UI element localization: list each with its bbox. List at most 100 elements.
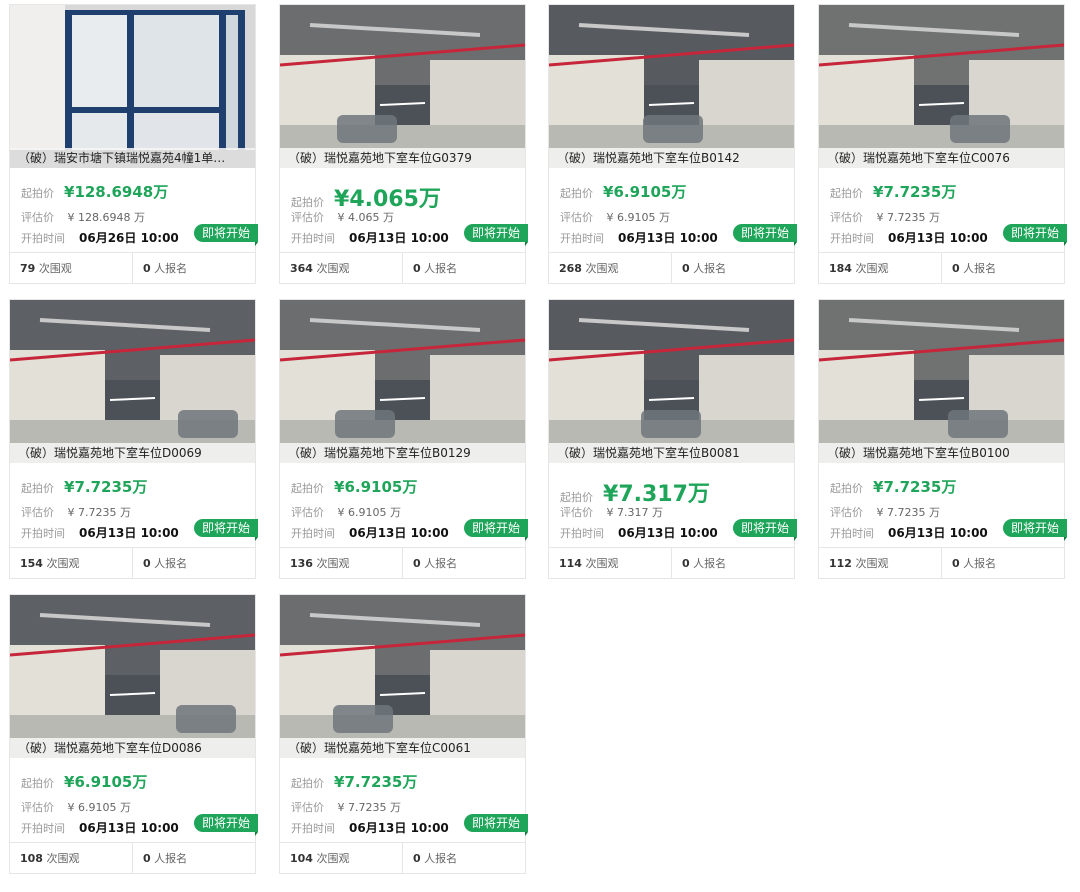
start-time-value: 06月13日 10:00: [888, 526, 988, 540]
signup-count: 0 人报名: [402, 253, 525, 284]
start-price-value: ¥7.7235万: [873, 478, 957, 496]
start-time-value: 06月13日 10:00: [79, 821, 179, 835]
start-time-value: 06月13日 10:00: [618, 526, 718, 540]
lot-photo[interactable]: [819, 300, 1064, 463]
auction-lot-card[interactable]: （破）瑞悦嘉苑地下室车位G0379 起拍价 ¥4.065万 评估价 ¥ 4.06…: [279, 4, 529, 284]
signup-count: 0 人报名: [671, 548, 794, 579]
eval-price-value: ¥ 7.317 万: [606, 506, 664, 519]
lot-title[interactable]: （破）瑞悦嘉苑地下室车位B0081: [549, 443, 794, 463]
start-time-value: 06月26日 10:00: [79, 231, 179, 245]
signup-count: 0 人报名: [132, 253, 255, 284]
auction-lot-card[interactable]: （破）瑞悦嘉苑地下室车位B0081 起拍价 ¥7.317万 评估价 ¥ 7.31…: [548, 299, 798, 579]
eval-price-value: ¥ 4.065 万: [337, 211, 395, 224]
start-price-value: ¥128.6948万: [64, 183, 169, 201]
start-price-label: 起拍价: [21, 777, 54, 790]
start-time-label: 开拍时间: [291, 527, 335, 540]
eval-price-label: 评估价: [291, 801, 324, 814]
eval-price-label: 评估价: [291, 211, 324, 224]
start-time-label: 开拍时间: [830, 527, 874, 540]
lot-photo[interactable]: [280, 300, 525, 463]
start-time-row: 开拍时间 06月13日 10:00: [21, 819, 179, 837]
lot-photo[interactable]: [10, 300, 255, 463]
lot-title[interactable]: （破）瑞安市塘下镇瑞悦嘉苑4幢1单…: [10, 148, 255, 168]
start-time-row: 开拍时间 06月13日 10:00: [291, 524, 449, 542]
auction-lot-card[interactable]: （破）瑞悦嘉苑地下室车位C0076 起拍价 ¥7.7235万 评估价 ¥ 7.7…: [818, 4, 1068, 284]
lot-title[interactable]: （破）瑞悦嘉苑地下室车位D0086: [10, 738, 255, 758]
auction-lot-card[interactable]: （破）瑞安市塘下镇瑞悦嘉苑4幢1单… 起拍价 ¥128.6948万 评估价 ¥ …: [9, 4, 259, 284]
lot-photo[interactable]: [549, 300, 794, 463]
eval-price-value: ¥ 7.7235 万: [876, 211, 941, 224]
eval-price-value: ¥ 6.9105 万: [67, 801, 132, 814]
eval-price-label: 评估价: [560, 506, 593, 519]
status-badge: 即将开始: [463, 814, 529, 836]
eval-price-label: 评估价: [21, 506, 54, 519]
status-badge: 即将开始: [463, 224, 529, 246]
lot-photo[interactable]: [549, 5, 794, 168]
start-price-label: 起拍价: [560, 491, 593, 504]
lot-photo[interactable]: [280, 5, 525, 168]
lot-title[interactable]: （破）瑞悦嘉苑地下室车位C0061: [280, 738, 525, 758]
view-count: 364 次围观: [290, 262, 350, 275]
signup-count: 0 人报名: [941, 548, 1064, 579]
start-price-row: 起拍价 ¥7.7235万: [830, 476, 956, 502]
eval-price-row: 评估价 ¥ 128.6948 万: [21, 209, 145, 225]
status-badge: 即将开始: [732, 519, 798, 541]
lot-stats: 108 次围观 0 人报名: [10, 842, 255, 874]
lot-title[interactable]: （破）瑞悦嘉苑地下室车位C0076: [819, 148, 1064, 168]
view-count: 268 次围观: [559, 262, 619, 275]
eval-price-row: 评估价 ¥ 7.7235 万: [21, 504, 131, 520]
signup-count: 0 人报名: [671, 253, 794, 284]
lot-title[interactable]: （破）瑞悦嘉苑地下室车位B0129: [280, 443, 525, 463]
view-count: 154 次围观: [20, 557, 80, 570]
status-badge: 即将开始: [193, 814, 259, 836]
lot-title[interactable]: （破）瑞悦嘉苑地下室车位B0100: [819, 443, 1064, 463]
eval-price-row: 评估价 ¥ 6.9105 万: [21, 799, 131, 815]
start-price-value: ¥6.9105万: [603, 183, 687, 201]
eval-price-value: ¥ 128.6948 万: [67, 211, 146, 224]
lot-photo[interactable]: [819, 5, 1064, 168]
start-price-value: ¥7.7235万: [64, 478, 148, 496]
auction-lot-card[interactable]: （破）瑞悦嘉苑地下室车位B0100 起拍价 ¥7.7235万 评估价 ¥ 7.7…: [818, 299, 1068, 579]
eval-price-row: 评估价 ¥ 7.7235 万: [291, 799, 401, 815]
lot-stats: 184 次围观 0 人报名: [819, 252, 1064, 284]
lot-title[interactable]: （破）瑞悦嘉苑地下室车位G0379: [280, 148, 525, 168]
auction-lot-card[interactable]: （破）瑞悦嘉苑地下室车位D0086 起拍价 ¥6.9105万 评估价 ¥ 6.9…: [9, 594, 259, 874]
view-count: 136 次围观: [290, 557, 350, 570]
start-time-row: 开拍时间 06月13日 10:00: [21, 524, 179, 542]
start-price-row: 起拍价 ¥6.9105万: [291, 476, 417, 502]
view-count: 114 次围观: [559, 557, 619, 570]
start-time-row: 开拍时间 06月13日 10:00: [291, 229, 449, 247]
view-count: 184 次围观: [829, 262, 889, 275]
status-badge: 即将开始: [732, 224, 798, 246]
auction-lot-card[interactable]: （破）瑞悦嘉苑地下室车位C0061 起拍价 ¥7.7235万 评估价 ¥ 7.7…: [279, 594, 529, 874]
auction-lot-card[interactable]: （破）瑞悦嘉苑地下室车位B0129 起拍价 ¥6.9105万 评估价 ¥ 6.9…: [279, 299, 529, 579]
eval-price-label: 评估价: [830, 506, 863, 519]
eval-price-value: ¥ 7.7235 万: [337, 801, 402, 814]
lot-photo[interactable]: [10, 595, 255, 758]
start-price-row: 起拍价 ¥7.7235万: [830, 181, 956, 207]
start-time-value: 06月13日 10:00: [349, 821, 449, 835]
auction-lot-card[interactable]: （破）瑞悦嘉苑地下室车位B0142 起拍价 ¥6.9105万 评估价 ¥ 6.9…: [548, 4, 798, 284]
lot-stats: 112 次围观 0 人报名: [819, 547, 1064, 579]
start-price-label: 起拍价: [830, 482, 863, 495]
start-time-label: 开拍时间: [560, 232, 604, 245]
lot-photo[interactable]: [10, 5, 255, 168]
lot-title[interactable]: （破）瑞悦嘉苑地下室车位D0069: [10, 443, 255, 463]
start-price-label: 起拍价: [560, 187, 593, 200]
start-time-value: 06月13日 10:00: [349, 526, 449, 540]
auction-lot-card[interactable]: （破）瑞悦嘉苑地下室车位D0069 起拍价 ¥7.7235万 评估价 ¥ 7.7…: [9, 299, 259, 579]
start-time-value: 06月13日 10:00: [618, 231, 718, 245]
start-price-row: 起拍价 ¥6.9105万: [560, 181, 686, 207]
signup-count: 0 人报名: [402, 843, 525, 874]
start-time-row: 开拍时间 06月26日 10:00: [21, 229, 179, 247]
start-price-label: 起拍价: [291, 196, 324, 209]
lot-title[interactable]: （破）瑞悦嘉苑地下室车位B0142: [549, 148, 794, 168]
status-badge: 即将开始: [1002, 519, 1068, 541]
eval-price-row: 评估价 ¥ 7.317 万: [560, 504, 663, 520]
start-price-value: ¥6.9105万: [334, 478, 418, 496]
view-count: 104 次围观: [290, 852, 350, 865]
start-price-value: ¥7.7235万: [334, 773, 418, 791]
lot-photo[interactable]: [280, 595, 525, 758]
auction-lot-grid: （破）瑞安市塘下镇瑞悦嘉苑4幢1单… 起拍价 ¥128.6948万 评估价 ¥ …: [0, 0, 1080, 892]
view-count: 79 次围观: [20, 262, 72, 275]
